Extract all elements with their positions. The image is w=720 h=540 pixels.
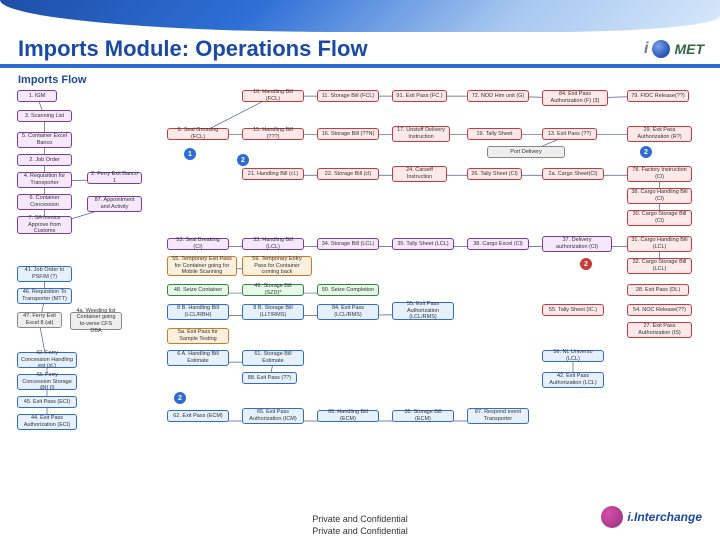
flow-node: 30. Cargo Storage Bill (Cl) (627, 210, 692, 226)
brand-icon (601, 506, 623, 528)
flow-node: 4a. Weeding list Container going to-vers… (70, 312, 122, 330)
flow-node: Port Delivery (487, 146, 565, 158)
flow-node: 6. Container Concession (17, 194, 72, 210)
flow-node: 41. Job Order to PSF/M (?) (17, 266, 72, 282)
flow-circle: 1 (184, 148, 196, 160)
logo-text: MET (674, 41, 704, 57)
logo-i: i (644, 40, 648, 58)
flow-node: 88. Exit Pass (??) (242, 372, 297, 384)
flow-diagram: 1. IGM 3. Scanning List 5. Container Excel… (12, 90, 708, 486)
header: Imports Module: Operations Flow i MET (0, 32, 720, 68)
flow-node: 84. Exit Pass (LCL/RMS) (317, 304, 379, 320)
flow-node: 5. Container Excel Banco (17, 132, 72, 148)
flow-node: 87. Appointment and Activity (87, 196, 142, 212)
flow-node: 65. Handling Bill (ECM) (317, 410, 379, 422)
flow-node: 42. Ferry Concession Handling est (xl.) (17, 352, 77, 368)
flow-node: 22. Storage Bill (cl) (317, 168, 379, 180)
flow-node: 54. NOC Release(??) (627, 304, 692, 316)
brand: i.Interchange (601, 506, 702, 528)
flow-node: 17. Unstuff Delivery Instruction (392, 126, 450, 142)
flow-node: 78. Factory Instruction (Cl) (627, 166, 692, 182)
flow-node: 79. FIDC Release(??) (627, 90, 689, 102)
flow-node: 55. Exit Pass Authorization (LCL/RMS) (392, 302, 454, 320)
flow-node: 32. Cargo Storage Bill (LCL) (627, 258, 692, 274)
flow-node: 50. Seize Completion (317, 284, 379, 296)
flow-node: 48. Seize Container (167, 284, 229, 296)
flow-node: 26. Tally Sheet (Cl) (467, 168, 522, 180)
flow-node: 5a. Exit Pass for Sample Testing (167, 328, 229, 344)
flow-node: 33. Handling Bill (LCL) (242, 238, 304, 250)
flow-node: 15. Handling Bill (???) (242, 128, 304, 140)
flow-node: 21. Handling Bill (cl.) (242, 168, 304, 180)
flow-node: 36. Storage Bill (ECM) (392, 410, 454, 422)
flow-circle: 2 (237, 154, 249, 166)
flow-node: 29. Exit Pass Authorization (R?) (627, 126, 692, 142)
top-banner (0, 0, 720, 32)
flow-node: 13. Exit Pass (??) (542, 128, 597, 140)
flow-node: 38. Cargo Excel (Cl) (467, 238, 529, 250)
flow-node: 49. Storage Bill (SZD)* (242, 284, 304, 296)
brand-text: i.Interchange (627, 510, 702, 524)
flow-node: 4?. Ferry Exit Excel 8 (at) (17, 312, 62, 328)
flow-node: 7. SA Invoice Approve from Customs (17, 216, 72, 234)
flow-node: 61. Storage Bill Estimate (242, 350, 304, 366)
flow-node: 6 A. Handling Bill Estimate (167, 350, 229, 366)
flow-node: 11. Storage Bill (FCL) (317, 90, 379, 102)
flow-circle: 2 (580, 258, 592, 270)
flow-node: 8 B. Handling Bill (LCL/RBH) (167, 304, 229, 320)
flow-node: 19. Tally Sheet (467, 128, 522, 140)
logo: i MET (644, 40, 704, 58)
flow-node: 72. NOD Him unit (G) (467, 90, 529, 102)
flow-node: 35. Tally Sheet (LCL) (392, 238, 454, 250)
flow-node: 2. Job Order (17, 154, 72, 166)
flow-node: 31. Cargo Handling Bill (LCL) (627, 236, 692, 252)
flow-node: 84. Exit Pass Authorization (F) (3) (542, 90, 608, 106)
flow-node: 16. Storage Bill (??N) (317, 128, 379, 140)
flow-node: 27. Exit Pass Authorization (IS) (627, 322, 692, 338)
flow-node: 43. Ferry Concession Storage @II (l) (17, 374, 77, 390)
flow-circle: 2 (640, 146, 652, 158)
flow-node: 65. Exit Pass Authorization (ICM) (242, 408, 304, 424)
flow-circle: 2 (174, 392, 186, 404)
page-title: Imports Module: Operations Flow (18, 36, 368, 62)
flow-node: 87. Respond event Transporter (467, 408, 529, 424)
flow-node: 9. Seal Grossing (FCL) (167, 128, 229, 140)
flow-node: 1. IGM (17, 90, 57, 102)
flow-node: 55. Tally Sheet (IC.) (542, 304, 604, 316)
flow-node: 44. Exit Pass Authorization (ECI) (17, 414, 77, 430)
flow-node: 42. Exit Pass Authorization (LCL) (542, 372, 604, 388)
flow-node: 34. Storage Bill (LCL) (317, 238, 379, 250)
flow-node: 2a. Cargo Sheet(Cl) (542, 168, 604, 180)
flow-node: 2. Ferry Exit Banco 1 (87, 172, 142, 184)
flow-node: 24. Carseff Instruction (392, 166, 447, 182)
flow-node: 8 B. Storage Bill (LLT/RMS) (242, 304, 304, 320)
flow-node: 55. Temporary Exit Pass for Container go… (167, 256, 237, 276)
flow-node: 38. Cargo Handling Bill (Cl) (627, 188, 692, 204)
section-label: Imports Flow (18, 74, 86, 86)
flow-node: 4. Requisition for Transporter (17, 172, 72, 188)
flow-node: 37. Delivery authorization (Cl) (542, 236, 612, 252)
flow-node: 28. Exit Pass (DL) (627, 284, 689, 296)
flow-node: 56. NL Universo (LCL) (542, 350, 604, 362)
flow-node: 10. Handling Bill (FCL) (242, 90, 304, 102)
logo-icon (652, 40, 670, 58)
flow-node: 59. Temporary Entry Pass for Container c… (242, 256, 312, 276)
flow-node: 3. Scanning List (17, 110, 72, 122)
flow-node: 53. Seal Breaking (CI) (167, 238, 229, 250)
flow-node: 62. Exit Pass (ECM) (167, 410, 229, 422)
flow-node: 91. Exit Pass (FC.) (392, 90, 447, 102)
flow-node: 46. Requisition To Transporter (MTT) (17, 288, 72, 304)
flow-node: 45. Exit Pass (ECI) (17, 396, 77, 408)
